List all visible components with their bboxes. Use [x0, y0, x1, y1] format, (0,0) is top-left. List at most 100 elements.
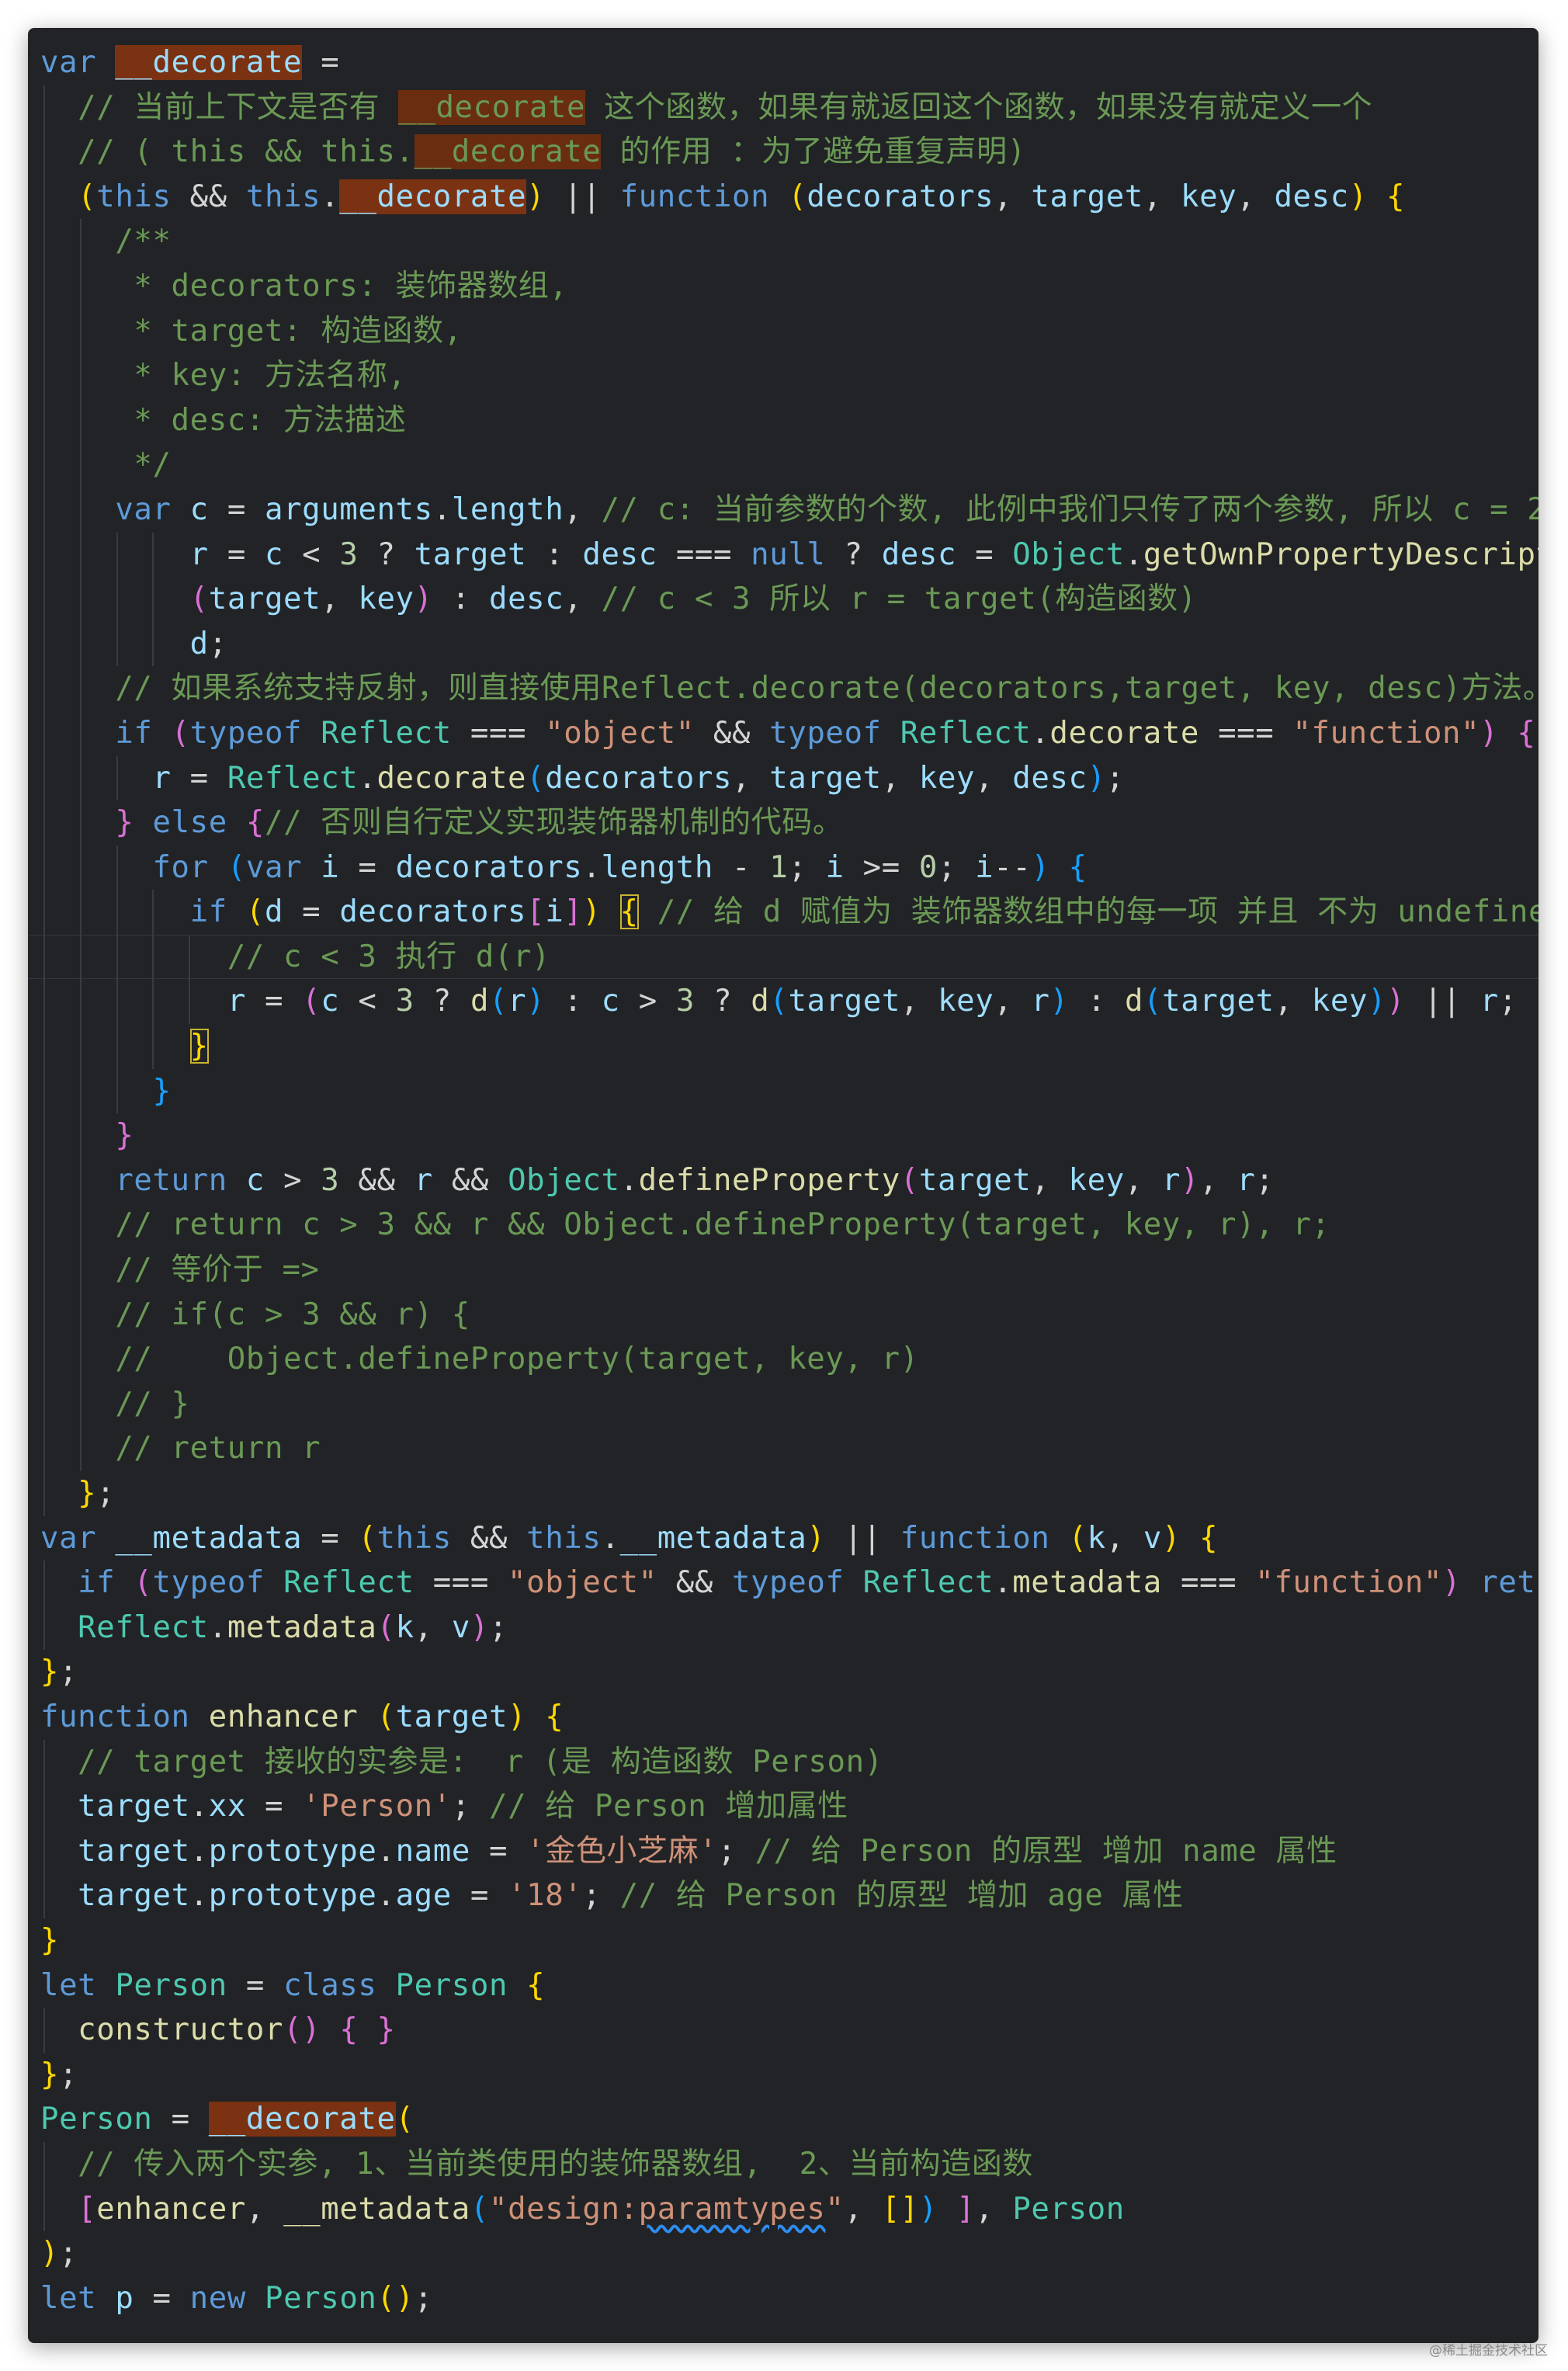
indent-guide	[43, 1739, 45, 1785]
code-line[interactable]: if (typeof Reflect === "object" && typeo…	[28, 1560, 1539, 1606]
indent-guide	[79, 1248, 82, 1293]
code-line[interactable]: // 当前上下文是否有 __decorate 这个函数，如果有就返回这个函数，如…	[28, 85, 1539, 130]
code-token: (	[1143, 984, 1163, 1019]
indent-guide	[43, 353, 45, 398]
code-line[interactable]: // c < 3 执行 d(r)	[28, 934, 1539, 980]
code-line[interactable]: /**	[28, 219, 1539, 264]
code-token: c	[245, 1162, 265, 1198]
code-line[interactable]: target.xx = 'Person'; // 给 Person 增加属性	[28, 1784, 1539, 1829]
code-line[interactable]: if (typeof Reflect === "object" && typeo…	[28, 710, 1539, 756]
code-token: null	[751, 536, 826, 572]
code-line[interactable]: let p = new Person();	[28, 2276, 1539, 2321]
code-token: target	[78, 1789, 190, 1824]
code-token: ;	[59, 2057, 78, 2092]
code-line[interactable]: target.prototype.name = '金色小芝麻'; // 给 Pe…	[28, 1828, 1539, 1874]
code-line[interactable]: var __decorate =	[28, 40, 1539, 85]
code-line[interactable]: );	[28, 2231, 1539, 2276]
code-line[interactable]: constructor() { }	[28, 2008, 1539, 2053]
code-line[interactable]: var c = arguments.length, // c: 当前参数的个数,…	[28, 487, 1539, 533]
code-token: */	[40, 447, 172, 483]
indent-guide	[43, 845, 45, 890]
code-token: [	[78, 2191, 97, 2227]
code-token: ]	[956, 2191, 976, 2227]
code-line[interactable]: Reflect.metadata(k, v);	[28, 1605, 1539, 1651]
code-token: (	[489, 984, 508, 1019]
code-token: '金色小芝麻'	[526, 1833, 718, 1869]
code-token: c	[321, 984, 340, 1019]
code-line[interactable]: // 如果系统支持反射，则直接使用Reflect.decorate(decora…	[28, 666, 1539, 711]
code-token: =	[208, 536, 265, 572]
code-token: ,	[994, 179, 1032, 214]
code-line[interactable]: function enhancer (target) {	[28, 1695, 1539, 1740]
code-token: desc	[582, 536, 657, 572]
indent-guide	[43, 800, 45, 845]
code-token: decorators	[545, 760, 733, 796]
code-line[interactable]: // 传入两个实参, 1、当前类使用的装饰器数组, 2、当前构造函数	[28, 2141, 1539, 2187]
code-line[interactable]: */	[28, 443, 1539, 488]
code-token: ===	[657, 536, 751, 572]
code-token: ||	[825, 1520, 900, 1556]
code-line[interactable]: // return r	[28, 1426, 1539, 1471]
code-token: 的作用 ：为了避免重复声明)	[601, 134, 1026, 170]
code-line[interactable]: // Object.defineProperty(target, key, r)	[28, 1337, 1539, 1382]
code-line[interactable]: // ( this && this.__decorate 的作用 ：为了避免重复…	[28, 130, 1539, 175]
code-token: r	[1237, 1162, 1256, 1198]
code-line[interactable]: }	[28, 1918, 1539, 1963]
code-line[interactable]: Person = __decorate(	[28, 2097, 1539, 2142]
code-line[interactable]: * desc: 方法描述	[28, 397, 1539, 443]
code-token: constructor	[78, 2012, 284, 2048]
code-line[interactable]: return c > 3 && r && Object.defineProper…	[28, 1158, 1539, 1203]
code-line[interactable]: // target 接收的实参是: r (是 构造函数 Person)	[28, 1739, 1539, 1785]
code-line[interactable]: var __metadata = (this && this.__metadat…	[28, 1516, 1539, 1561]
code-token: (	[245, 894, 265, 930]
indent-guide	[43, 666, 45, 711]
code-line[interactable]: if (d = decorators[i]) { // 给 d 赋值为 装饰器数…	[28, 890, 1539, 935]
code-line[interactable]: };	[28, 1471, 1539, 1516]
code-line[interactable]: };	[28, 2053, 1539, 2098]
code-token: if	[40, 1565, 134, 1601]
code-line[interactable]: // if(c > 3 && r) {	[28, 1292, 1539, 1338]
code-line[interactable]: };	[28, 1650, 1539, 1695]
code-line[interactable]: // return c > 3 && r && Object.definePro…	[28, 1203, 1539, 1248]
code-token: 3	[321, 1162, 340, 1198]
code-line[interactable]: * target: 构造函数,	[28, 308, 1539, 354]
code-line[interactable]: for (var i = decorators.length - 1; i >=…	[28, 845, 1539, 890]
code-token: "object"	[508, 1565, 657, 1601]
code-line[interactable]: * decorators: 装饰器数组,	[28, 263, 1539, 309]
code-line[interactable]: }	[28, 1024, 1539, 1069]
code-line[interactable]: r = c < 3 ? target : desc === null ? des…	[28, 532, 1539, 578]
code-line[interactable]: (this && this.__decorate) || function (d…	[28, 174, 1539, 220]
code-line[interactable]: // }	[28, 1381, 1539, 1427]
code-line[interactable]: } else {// 否则自行定义实现装饰器机制的代码。	[28, 800, 1539, 845]
code-token: /**	[40, 224, 172, 259]
code-line[interactable]: [enhancer, __metadata("design:paramtypes…	[28, 2186, 1539, 2232]
code-line[interactable]: r = Reflect.decorate(decorators, target,…	[28, 755, 1539, 801]
code-area[interactable]: var __decorate = // 当前上下文是否有 __decorate …	[28, 40, 1539, 2321]
code-token: __decorate	[398, 89, 586, 125]
code-token: ;	[1105, 760, 1125, 796]
indent-guide	[79, 1292, 82, 1338]
code-token: ,	[1031, 1162, 1069, 1198]
code-line[interactable]: * key: 方法名称,	[28, 353, 1539, 398]
code-token: ;	[96, 1476, 116, 1511]
code-line[interactable]: d;	[28, 621, 1539, 667]
code-line[interactable]: r = (c < 3 ? d(r) : c > 3 ? d(target, ke…	[28, 979, 1539, 1025]
code-line[interactable]: target.prototype.age = '18'; // 给 Person…	[28, 1873, 1539, 1918]
code-editor[interactable]: var __decorate = // 当前上下文是否有 __decorate …	[28, 28, 1539, 2343]
code-token: v	[1143, 1520, 1162, 1556]
code-token: this	[96, 179, 172, 214]
code-line[interactable]: // 等价于 =>	[28, 1248, 1539, 1293]
code-line[interactable]: (target, key) : desc, // c < 3 所以 r = ta…	[28, 577, 1539, 622]
code-token: )	[1368, 984, 1387, 1019]
code-token: ,	[564, 581, 602, 617]
code-line[interactable]: let Person = class Person {	[28, 1963, 1539, 2008]
indent-guide	[43, 1426, 45, 1471]
code-line[interactable]: }	[28, 1068, 1539, 1114]
code-line[interactable]: }	[28, 1113, 1539, 1158]
